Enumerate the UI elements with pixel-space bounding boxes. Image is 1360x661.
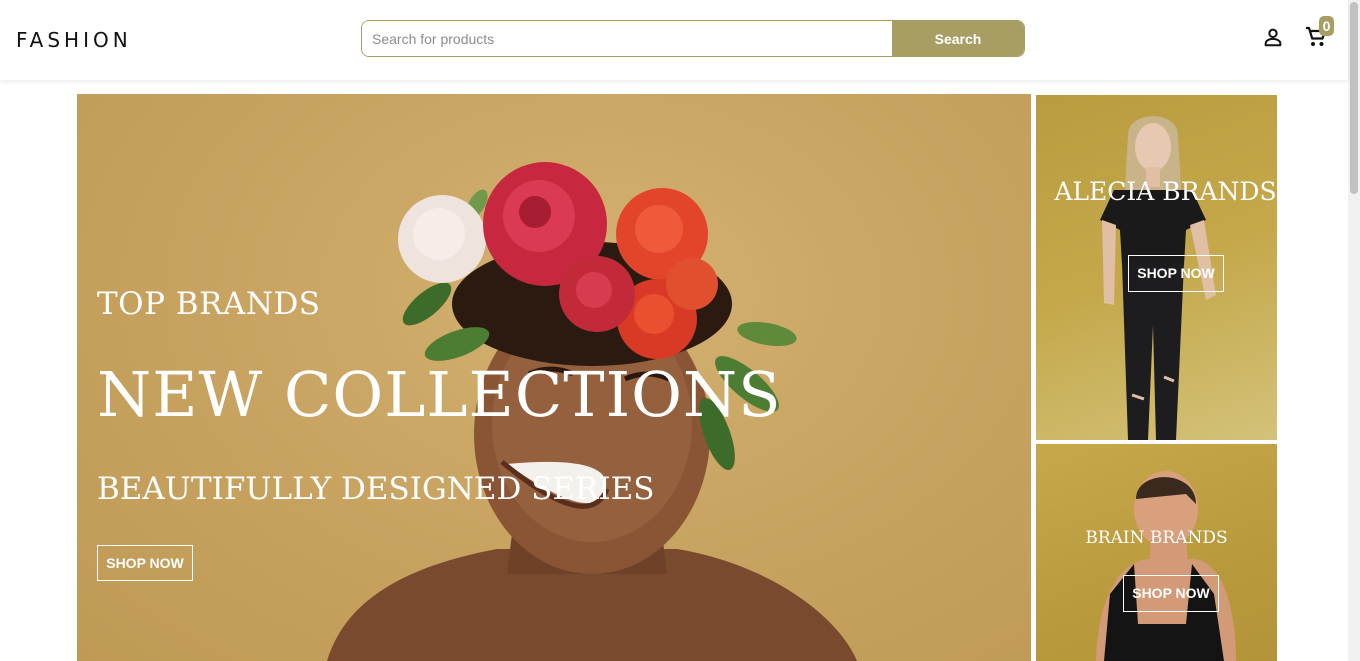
page-scrollbar[interactable] xyxy=(1348,0,1360,661)
site-logo[interactable]: FASHION xyxy=(16,28,132,52)
alecia-brands-title: ALECIA BRANDS xyxy=(1054,177,1277,206)
hero-shop-now-button[interactable]: SHOP NOW xyxy=(97,545,193,581)
hero-eyebrow: TOP BRANDS xyxy=(97,286,321,322)
brain-brands-title: BRAIN BRANDS xyxy=(1085,528,1228,548)
search-bar: Search xyxy=(361,20,1025,57)
hero-headline: NEW COLLECTIONS xyxy=(97,358,782,431)
alecia-brands-panel: ALECIA BRANDS SHOP NOW xyxy=(1036,95,1277,440)
alecia-shop-now-button[interactable]: SHOP NOW xyxy=(1128,255,1224,292)
hero-banner: TOP BRANDS NEW COLLECTIONS BEAUTIFULLY D… xyxy=(77,94,1031,661)
brain-brands-panel: BRAIN BRANDS SHOP NOW xyxy=(1036,444,1277,661)
brain-shop-now-button[interactable]: SHOP NOW xyxy=(1123,575,1219,612)
cart-count-badge: 0 xyxy=(1319,16,1334,36)
hero-subheadline: BEAUTIFULLY DESIGNED SERIES xyxy=(97,471,655,507)
user-icon[interactable] xyxy=(1262,26,1284,48)
scrollbar-thumb[interactable] xyxy=(1350,2,1358,194)
search-button[interactable]: Search xyxy=(892,21,1024,56)
site-header: FASHION Search 0 xyxy=(0,0,1348,80)
search-input[interactable] xyxy=(362,21,892,56)
brain-model-photo xyxy=(1096,471,1236,661)
